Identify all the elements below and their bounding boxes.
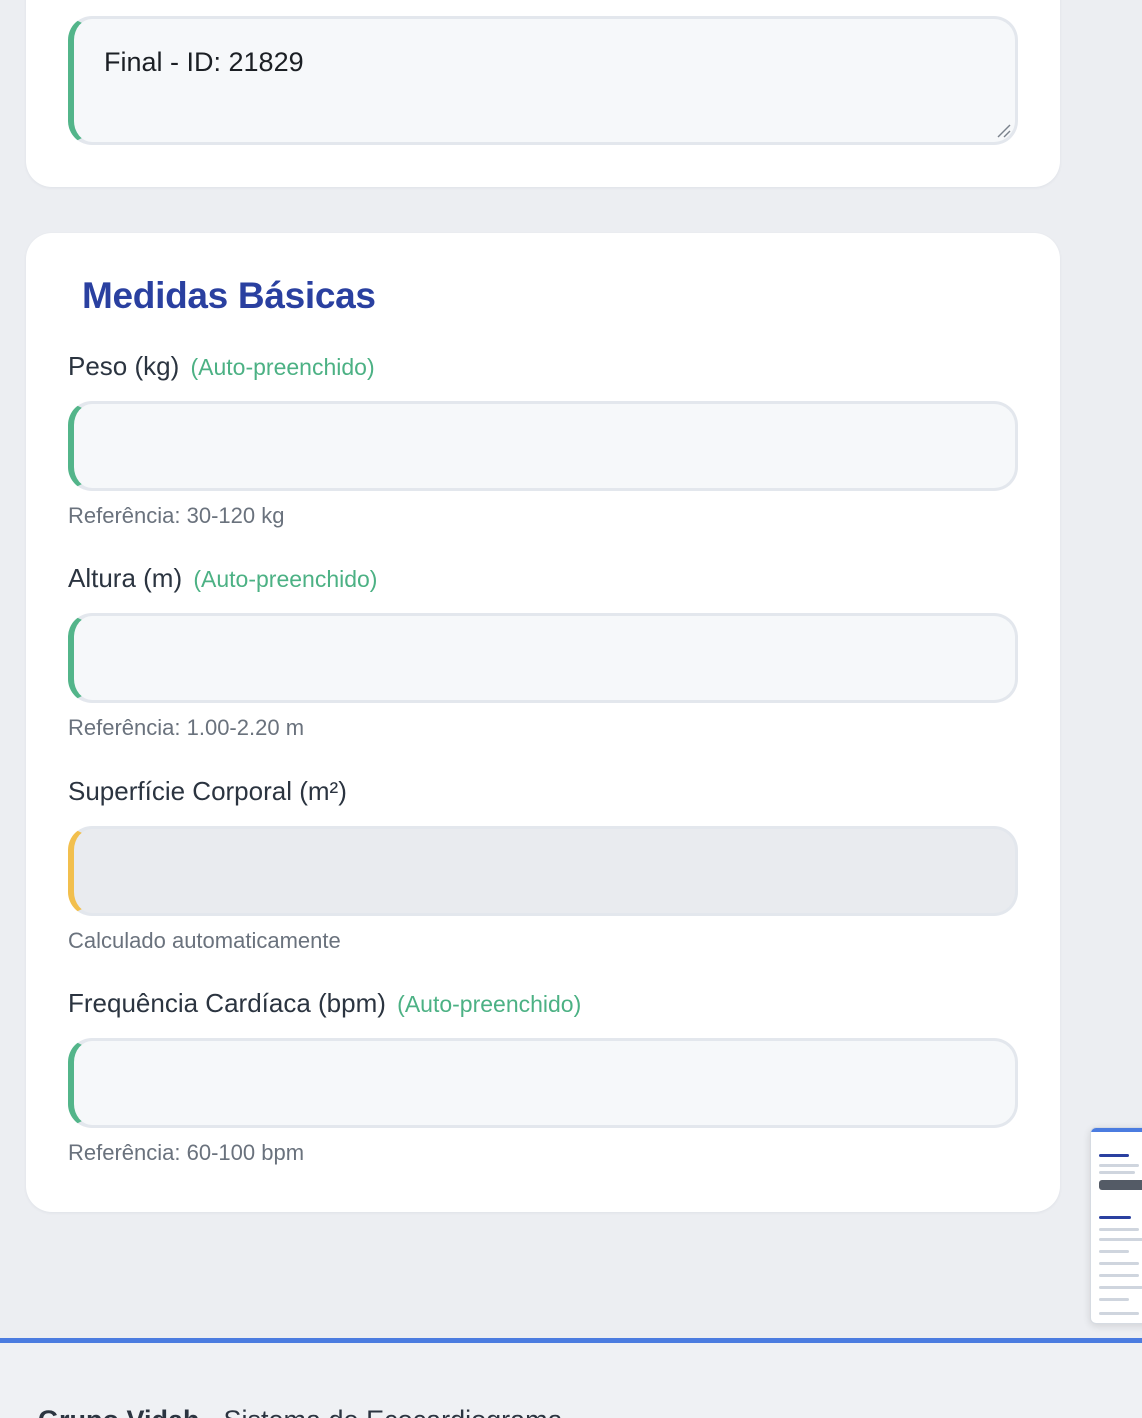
screenshot-thumbnail[interactable] xyxy=(1090,1127,1142,1324)
height-input[interactable] xyxy=(68,613,1018,703)
heart-rate-input[interactable] xyxy=(68,1038,1018,1128)
thumbnail-line xyxy=(1099,1171,1135,1174)
thumbnail-line xyxy=(1099,1228,1139,1231)
thumbnail-line xyxy=(1099,1298,1129,1301)
footer: Grupo Vidah - Sistema de Ecocardiograma xyxy=(0,1343,1142,1418)
body-surface-help: Calculado automaticamente xyxy=(68,928,341,953)
weight-input[interactable] xyxy=(68,401,1018,491)
weight-reference: Referência: 30-120 kg xyxy=(68,503,285,528)
thumbnail-line xyxy=(1099,1262,1139,1265)
heart-rate-auto-tag: (Auto-preenchido) xyxy=(397,991,582,1017)
height-auto-tag: (Auto-preenchido) xyxy=(193,566,378,592)
thumbnail-line xyxy=(1099,1250,1129,1253)
heart-rate-reference: Referência: 60-100 bpm xyxy=(68,1140,305,1165)
resize-handle-icon[interactable] xyxy=(995,122,1011,138)
thumbnail-line xyxy=(1099,1286,1142,1289)
thumbnail-line xyxy=(1099,1216,1131,1219)
thumbnail-line xyxy=(1099,1312,1139,1315)
page: Final - ID: 21829 Medidas Básicas Peso (… xyxy=(0,0,1142,1418)
observations-text: Final - ID: 21829 xyxy=(104,47,304,77)
thumbnail-line xyxy=(1099,1274,1139,1277)
weight-auto-tag: (Auto-preenchido) xyxy=(190,354,375,380)
body-surface-label: Superfície Corporal (m²) xyxy=(68,776,347,806)
footer-brand: Grupo Vidah xyxy=(38,1405,200,1418)
thumbnail-line xyxy=(1099,1154,1129,1157)
observations-textarea[interactable]: Final - ID: 21829 xyxy=(68,16,1018,145)
thumbnail-header-bar xyxy=(1091,1128,1142,1132)
basic-measures-card: Medidas Básicas Peso (kg) (Auto-preenchi… xyxy=(26,233,1060,1212)
footer-text: Grupo Vidah - Sistema de Ecocardiograma xyxy=(38,1405,563,1418)
thumbnail-button xyxy=(1099,1180,1142,1190)
thumbnail-line xyxy=(1099,1164,1139,1167)
footer-subtitle: - Sistema de Ecocardiograma xyxy=(200,1405,563,1418)
height-label: Altura (m) (Auto-preenchido) xyxy=(68,563,378,593)
section-title: Medidas Básicas xyxy=(82,275,376,316)
weight-label: Peso (kg) (Auto-preenchido) xyxy=(68,351,375,381)
heart-rate-label: Frequência Cardíaca (bpm) (Auto-preenchi… xyxy=(68,988,582,1018)
observations-card: Final - ID: 21829 xyxy=(26,0,1060,187)
body-surface-input xyxy=(68,826,1018,916)
thumbnail-line xyxy=(1099,1238,1142,1241)
height-reference: Referência: 1.00-2.20 m xyxy=(68,715,305,740)
